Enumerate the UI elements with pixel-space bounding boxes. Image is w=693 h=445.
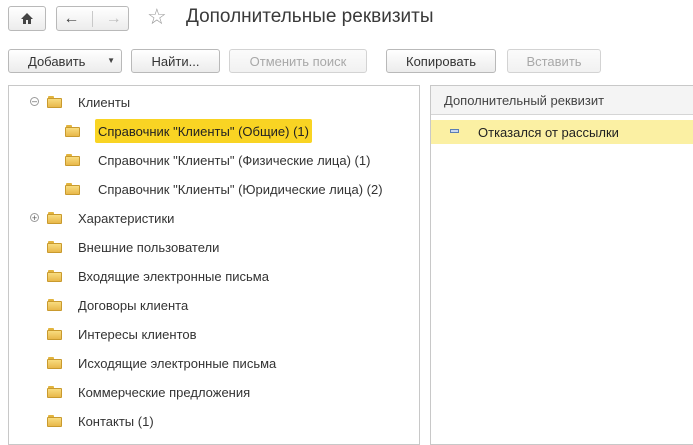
folder-icon xyxy=(47,212,63,224)
back-arrow-icon[interactable]: ← xyxy=(63,10,79,28)
collapse-icon[interactable]: – xyxy=(30,97,39,106)
folder-icon xyxy=(65,125,81,137)
folder-icon xyxy=(47,299,63,311)
paste-button[interactable]: Вставить xyxy=(507,49,601,73)
folder-icon xyxy=(47,386,63,398)
tree-item[interactable]: Договоры клиента xyxy=(78,294,188,316)
tree-item[interactable]: Характеристики xyxy=(78,207,174,229)
favorite-star-icon[interactable]: ☆ xyxy=(147,4,167,30)
folder-icon xyxy=(65,183,81,195)
folder-icon xyxy=(47,357,63,369)
dropdown-arrow-icon: ▼ xyxy=(107,56,115,65)
grid-column-header[interactable]: Дополнительный реквизит xyxy=(431,86,693,115)
history-nav: ← → xyxy=(56,6,129,31)
tree-item[interactable]: Интересы клиентов xyxy=(78,323,197,345)
tree-panel[interactable]: – Клиенты Справочник "Клиенты" (Общие) (… xyxy=(8,85,420,445)
folder-icon xyxy=(47,328,63,340)
add-button-label: Добавить xyxy=(28,53,86,69)
column-header-label: Дополнительный реквизит xyxy=(444,92,605,108)
tree-item-label: Справочник "Клиенты" (Общие) (1) xyxy=(98,123,309,139)
item-marker-icon xyxy=(450,129,459,133)
tree-item[interactable]: Коммерческие предложения xyxy=(78,381,250,403)
folder-icon xyxy=(47,241,63,253)
folder-icon xyxy=(65,154,81,166)
tree-item[interactable]: Внешние пользователи xyxy=(78,236,219,258)
page-title: Дополнительные реквизиты xyxy=(186,6,434,27)
home-icon xyxy=(21,13,33,24)
folder-icon xyxy=(47,96,63,108)
grid-cell: Отказался от рассылки xyxy=(478,124,619,140)
home-button[interactable] xyxy=(8,6,46,31)
copy-button[interactable]: Копировать xyxy=(386,49,496,73)
add-button[interactable]: Добавить ▼ xyxy=(8,49,122,73)
tree-item[interactable]: Исходящие электронные письма xyxy=(78,352,276,374)
attributes-grid[interactable]: Дополнительный реквизит Отказался от рас… xyxy=(430,85,693,445)
cancel-search-button[interactable]: Отменить поиск xyxy=(229,49,367,73)
tree-item[interactable]: Входящие электронные письма xyxy=(78,265,269,287)
tree-item[interactable]: Контакты (1) xyxy=(78,410,154,432)
forward-arrow-icon[interactable]: → xyxy=(106,10,122,28)
tree-item-selected[interactable]: Справочник "Клиенты" (Общие) (1) xyxy=(95,119,312,143)
folder-icon xyxy=(47,415,63,427)
tree-item[interactable]: Справочник "Клиенты" (Физические лица) (… xyxy=(98,149,370,171)
grid-row[interactable]: Отказался от рассылки xyxy=(431,120,693,144)
tree-item[interactable]: Справочник "Клиенты" (Юридические лица) … xyxy=(98,178,383,200)
tree-item[interactable]: Клиенты xyxy=(78,91,130,113)
expand-icon[interactable]: + xyxy=(30,213,39,223)
folder-icon xyxy=(47,270,63,282)
find-button[interactable]: Найти... xyxy=(131,49,220,73)
nav-divider xyxy=(91,10,93,27)
